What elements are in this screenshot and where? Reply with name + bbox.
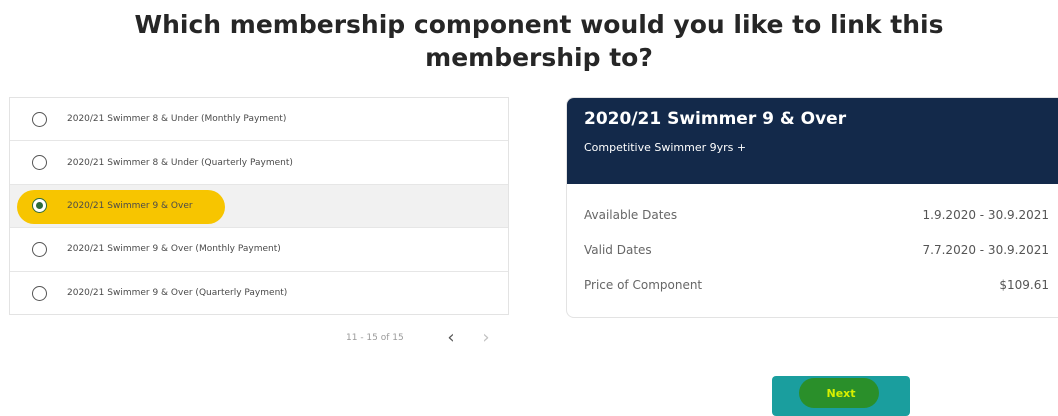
chevron-left-icon[interactable]: ‹ [442,328,460,348]
card-subtitle: Competitive Swimmer 9yrs + [584,141,747,154]
detail-value: 1.9.2020 - 30.9.2021 [922,208,1049,222]
card-header: 2020/21 Swimmer 9 & Over Competitive Swi… [567,98,1058,184]
page-title: Which membership component would you lik… [0,8,1058,74]
detail-row-available-dates: Available Dates 1.9.2020 - 30.9.2021 [584,208,1049,226]
list-item[interactable]: 2020/21 Swimmer 9 & Over (Quarterly Paym… [10,272,508,315]
radio-button[interactable] [32,241,47,257]
list-item-selected[interactable]: 2020/21 Swimmer 9 & Over [10,184,508,229]
detail-row-valid-dates: Valid Dates 7.7.2020 - 30.9.2021 [584,243,1049,261]
option-label: 2020/21 Swimmer 9 & Over (Quarterly Paym… [67,288,288,299]
detail-label: Available Dates [584,208,678,222]
detail-label: Price of Component [584,278,703,292]
card-title: 2020/21 Swimmer 9 & Over [584,109,847,129]
radio-button[interactable] [32,111,47,127]
detail-label: Valid Dates [584,243,652,257]
option-label: 2020/21 Swimmer 9 & Over (Monthly Paymen… [67,244,281,255]
detail-value: 7.7.2020 - 30.9.2021 [922,243,1049,257]
option-label: 2020/21 Swimmer 8 & Under (Monthly Payme… [67,114,287,125]
detail-row-price: Price of Component $109.61 [584,278,1049,296]
list-item[interactable]: 2020/21 Swimmer 8 & Under (Quarterly Pay… [10,141,508,185]
component-detail-card: 2020/21 Swimmer 9 & Over Competitive Swi… [566,97,1058,318]
detail-value: $109.61 [999,278,1049,292]
radio-button[interactable] [32,285,47,301]
chevron-right-icon[interactable]: › [477,328,495,348]
page-title-line2: membership to? [425,43,653,72]
list-item[interactable]: 2020/21 Swimmer 8 & Under (Monthly Payme… [10,98,508,142]
next-button-label: Next [826,387,856,400]
option-label: 2020/21 Swimmer 9 & Over [67,200,193,211]
membership-component-list: 2020/21 Swimmer 8 & Under (Monthly Payme… [9,97,509,315]
page-title-line1: Which membership component would you lik… [134,10,944,39]
radio-button[interactable] [32,155,47,171]
list-item[interactable]: 2020/21 Swimmer 9 & Over (Monthly Paymen… [10,228,508,272]
next-button[interactable]: Next [772,376,910,416]
option-label: 2020/21 Swimmer 8 & Under (Quarterly Pay… [67,157,293,168]
pagination-range: 11 - 15 of 15 [346,333,404,343]
